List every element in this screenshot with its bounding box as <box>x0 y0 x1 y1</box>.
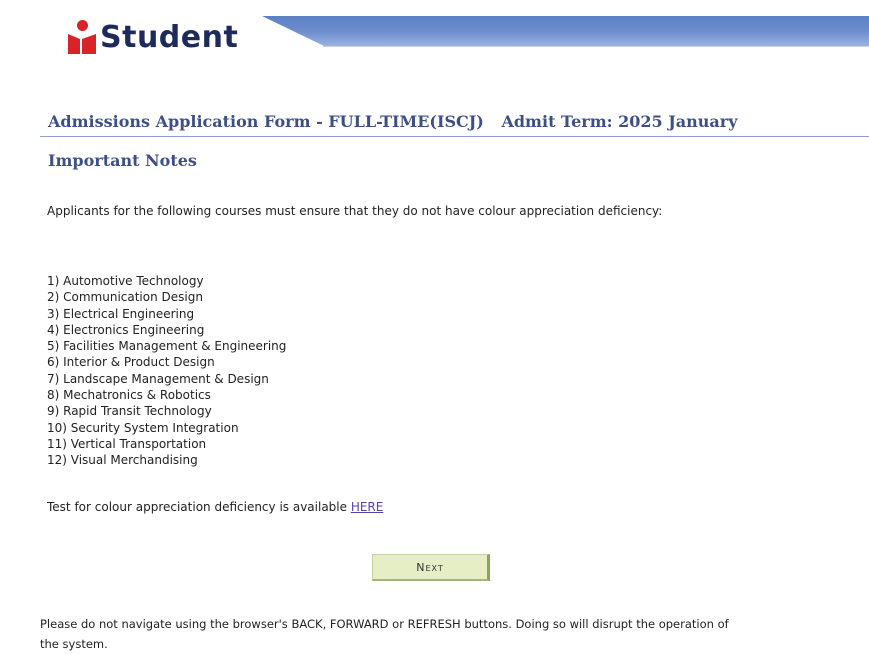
list-item: 5) Facilities Management & Engineering <box>47 339 287 354</box>
list-item: 3) Electrical Engineering <box>47 306 195 321</box>
list-item: 1) Automotive Technology <box>47 274 204 288</box>
list-item: 9) Rapid Transit Technology <box>47 404 212 419</box>
logo-text: Student <box>100 19 239 55</box>
colour-test-link[interactable]: HERE <box>351 500 384 514</box>
course-list: 1) Automotive Technology 2) Communicatio… <box>47 273 286 469</box>
list-item: 6) Interior & Product Design <box>47 355 215 370</box>
header-banner <box>262 16 869 46</box>
navigation-warning: Please do not navigate using the browser… <box>40 617 729 651</box>
list-item: 7) Landscape Management & Design <box>47 371 269 386</box>
list-item: 10) Security System Integration <box>47 420 239 435</box>
list-item: 4) Electronics Engineering <box>47 322 205 337</box>
title-divider <box>40 136 869 137</box>
list-item: 8) Mechatronics & Robotics <box>47 388 211 403</box>
student-logo: Student <box>66 15 238 59</box>
notes-intro: Applicants for the following courses mus… <box>47 204 663 218</box>
important-notes-heading: Important Notes <box>48 151 197 170</box>
colour-test-text: Test for colour appreciation deficiency … <box>47 500 351 514</box>
student-logo-icon <box>66 18 98 56</box>
admit-term: Admit Term: 2025 January <box>501 112 738 131</box>
list-item: 11) Vertical Transportation <box>47 436 207 451</box>
list-item: 12) Visual Merchandising <box>47 453 198 468</box>
colour-test-line: Test for colour appreciation deficiency … <box>47 500 383 514</box>
form-title: Admissions Application Form - FULL-TIME(… <box>48 112 484 131</box>
header-divider <box>323 46 869 47</box>
page-title: Admissions Application Form - FULL-TIME(… <box>48 112 738 131</box>
list-item: 2) Communication Design <box>47 290 203 305</box>
next-button[interactable]: Next <box>372 554 490 581</box>
